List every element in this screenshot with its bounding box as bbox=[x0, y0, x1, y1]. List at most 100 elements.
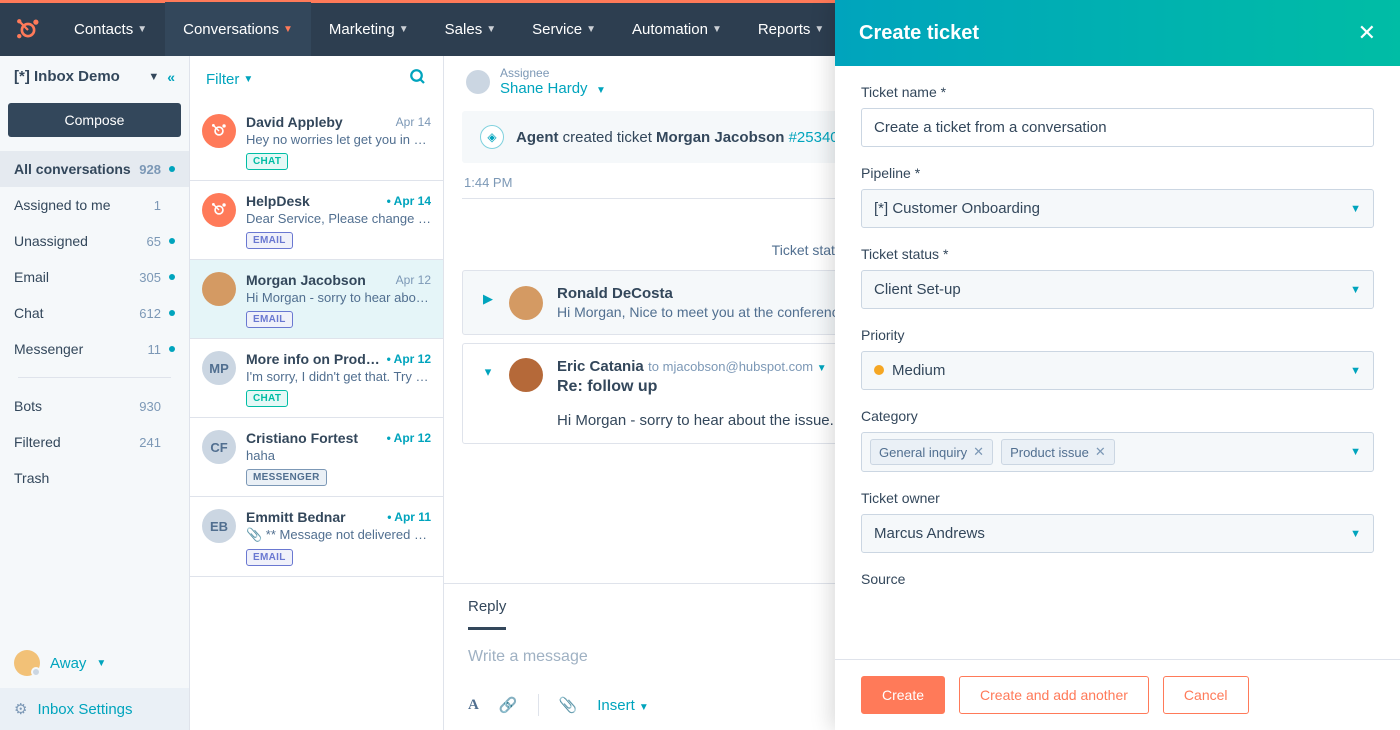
folder-trash[interactable]: Trash bbox=[0, 460, 189, 496]
chevron-down-icon: ▼ bbox=[243, 74, 253, 85]
pipeline-label: Pipeline * bbox=[861, 165, 1374, 181]
conversation-item[interactable]: EBEmmitt Bednar• Apr 11📎 ** Message not … bbox=[190, 497, 443, 577]
create-ticket-panel: Create ticket ✕ Ticket name * Pipeline *… bbox=[835, 0, 1400, 730]
channel-badge: EMAIL bbox=[246, 232, 293, 249]
user-avatar bbox=[14, 650, 40, 676]
chevron-down-icon[interactable]: ▼ bbox=[1350, 446, 1365, 458]
search-icon[interactable] bbox=[409, 68, 427, 90]
remove-chip-icon[interactable]: ✕ bbox=[1095, 444, 1106, 460]
inbox-title[interactable]: [*] Inbox Demo bbox=[14, 68, 140, 85]
create-another-button[interactable]: Create and add another bbox=[959, 676, 1149, 714]
cancel-button[interactable]: Cancel bbox=[1163, 676, 1249, 714]
remove-chip-icon[interactable]: ✕ bbox=[973, 444, 984, 460]
folder-chat[interactable]: Chat612 bbox=[0, 295, 189, 331]
chevron-down-icon: ▼ bbox=[712, 24, 722, 35]
conversation-item[interactable]: HelpDesk• Apr 14Dear Service, Please cha… bbox=[190, 181, 443, 260]
nav-reports[interactable]: Reports ▼ bbox=[740, 2, 842, 58]
sidebar: [*] Inbox Demo ▼ « Compose All conversat… bbox=[0, 56, 190, 730]
sender-name: Eric Catania bbox=[557, 358, 644, 375]
chevron-down-icon: ▼ bbox=[1350, 203, 1361, 215]
folder-all-conversations[interactable]: All conversations928 bbox=[0, 151, 189, 187]
ticket-name-label: Ticket name * bbox=[861, 84, 1374, 100]
chevron-down-icon: ▼ bbox=[1350, 528, 1361, 540]
folder-bots[interactable]: Bots930 bbox=[0, 388, 189, 424]
channel-badge: EMAIL bbox=[246, 549, 293, 566]
link-icon[interactable]: 🔗 bbox=[499, 696, 518, 714]
nav-contacts[interactable]: Contacts ▼ bbox=[56, 2, 165, 58]
chevron-down-icon: ▼ bbox=[399, 24, 409, 35]
channel-badge: MESSENGER bbox=[246, 469, 327, 486]
conversation-item[interactable]: Morgan JacobsonApr 12Hi Morgan - sorry t… bbox=[190, 260, 443, 339]
nav-automation[interactable]: Automation ▼ bbox=[614, 2, 740, 58]
chevron-down-icon: ▼ bbox=[1350, 284, 1361, 296]
conversation-item[interactable]: MPMore info on Produ…• Apr 12I'm sorry, … bbox=[190, 339, 443, 418]
reply-tab[interactable]: Reply bbox=[468, 598, 506, 630]
pipeline-select[interactable]: [*] Customer Onboarding▼ bbox=[861, 189, 1374, 228]
hubspot-logo[interactable] bbox=[0, 2, 56, 58]
hubspot-icon bbox=[202, 114, 236, 148]
attachment-icon[interactable]: 📎 bbox=[559, 696, 578, 714]
status-select[interactable]: Client Set-up▼ bbox=[861, 270, 1374, 309]
owner-label: Ticket owner bbox=[861, 490, 1374, 506]
compose-button[interactable]: Compose bbox=[8, 103, 181, 137]
chevron-down-icon: ▼ bbox=[814, 24, 824, 35]
close-icon[interactable]: ✕ bbox=[1358, 20, 1376, 46]
status-label: Ticket status * bbox=[861, 246, 1374, 262]
chevron-down-icon: ▼ bbox=[586, 24, 596, 35]
folder-unassigned[interactable]: Unassigned65 bbox=[0, 223, 189, 259]
chevron-down-icon: ▼ bbox=[596, 85, 606, 96]
chevron-right-icon[interactable]: ▶ bbox=[481, 291, 495, 307]
folder-messenger[interactable]: Messenger11 bbox=[0, 331, 189, 367]
inbox-settings[interactable]: ⚙ Inbox Settings bbox=[0, 688, 189, 730]
nav-marketing[interactable]: Marketing ▼ bbox=[311, 2, 427, 58]
chevron-down-icon: ▼ bbox=[1350, 365, 1361, 377]
chevron-down-icon: ▼ bbox=[283, 24, 293, 35]
conversation-item[interactable]: David ApplebyApr 14Hey no worries let ge… bbox=[190, 102, 443, 181]
priority-select[interactable]: Medium▼ bbox=[861, 351, 1374, 390]
recipient[interactable]: to mjacobson@hubspot.com ▼ bbox=[648, 359, 826, 374]
gear-icon: ⚙ bbox=[14, 700, 27, 718]
presence-away[interactable]: Away ▼ bbox=[0, 638, 189, 688]
sender-avatar bbox=[509, 286, 543, 320]
nav-sales[interactable]: Sales ▼ bbox=[427, 2, 514, 58]
category-select[interactable]: General inquiry ✕ Product issue ✕ ▼ bbox=[861, 432, 1374, 472]
nav-conversations[interactable]: Conversations ▼ bbox=[165, 2, 311, 58]
contact-avatar bbox=[202, 272, 236, 306]
channel-badge: EMAIL bbox=[246, 311, 293, 328]
away-label: Away bbox=[50, 655, 86, 672]
owner-select[interactable]: Marcus Andrews▼ bbox=[861, 514, 1374, 553]
chevron-down-icon: ▼ bbox=[486, 24, 496, 35]
chevron-down-icon: ▼ bbox=[137, 24, 147, 35]
assignee-avatar bbox=[466, 70, 490, 94]
contact-avatar: CF bbox=[202, 430, 236, 464]
sender-avatar bbox=[509, 358, 543, 392]
assignee-label: Assignee bbox=[500, 66, 606, 80]
channel-badge: CHAT bbox=[246, 153, 288, 170]
ticket-name-input[interactable] bbox=[861, 108, 1374, 147]
collapse-icon[interactable]: « bbox=[167, 69, 175, 85]
create-button[interactable]: Create bbox=[861, 676, 945, 714]
settings-label: Inbox Settings bbox=[37, 701, 132, 718]
font-icon[interactable]: A bbox=[468, 697, 479, 714]
category-label: Category bbox=[861, 408, 1374, 424]
category-chip: General inquiry ✕ bbox=[870, 439, 993, 465]
chevron-down-icon[interactable]: ▼ bbox=[148, 71, 159, 83]
panel-title: Create ticket bbox=[859, 22, 979, 45]
folder-assigned-to-me[interactable]: Assigned to me1 bbox=[0, 187, 189, 223]
hubspot-icon bbox=[202, 193, 236, 227]
category-chip: Product issue ✕ bbox=[1001, 439, 1115, 465]
folder-email[interactable]: Email305 bbox=[0, 259, 189, 295]
channel-badge: CHAT bbox=[246, 390, 288, 407]
contact-avatar: EB bbox=[202, 509, 236, 543]
insert-dropdown[interactable]: Insert ▼ bbox=[597, 697, 649, 714]
source-label: Source bbox=[861, 571, 1374, 587]
priority-label: Priority bbox=[861, 327, 1374, 343]
assignee-select[interactable]: Shane Hardy ▼ bbox=[500, 80, 606, 98]
contact-avatar: MP bbox=[202, 351, 236, 385]
nav-service[interactable]: Service ▼ bbox=[514, 2, 614, 58]
conversation-item[interactable]: CFCristiano Fortest• Apr 12hahaMESSENGER bbox=[190, 418, 443, 497]
folder-filtered[interactable]: Filtered241 bbox=[0, 424, 189, 460]
filter-dropdown[interactable]: Filter ▼ bbox=[206, 71, 253, 88]
ticket-icon: ◈ bbox=[480, 125, 504, 149]
chevron-down-icon[interactable]: ▾ bbox=[481, 364, 495, 380]
